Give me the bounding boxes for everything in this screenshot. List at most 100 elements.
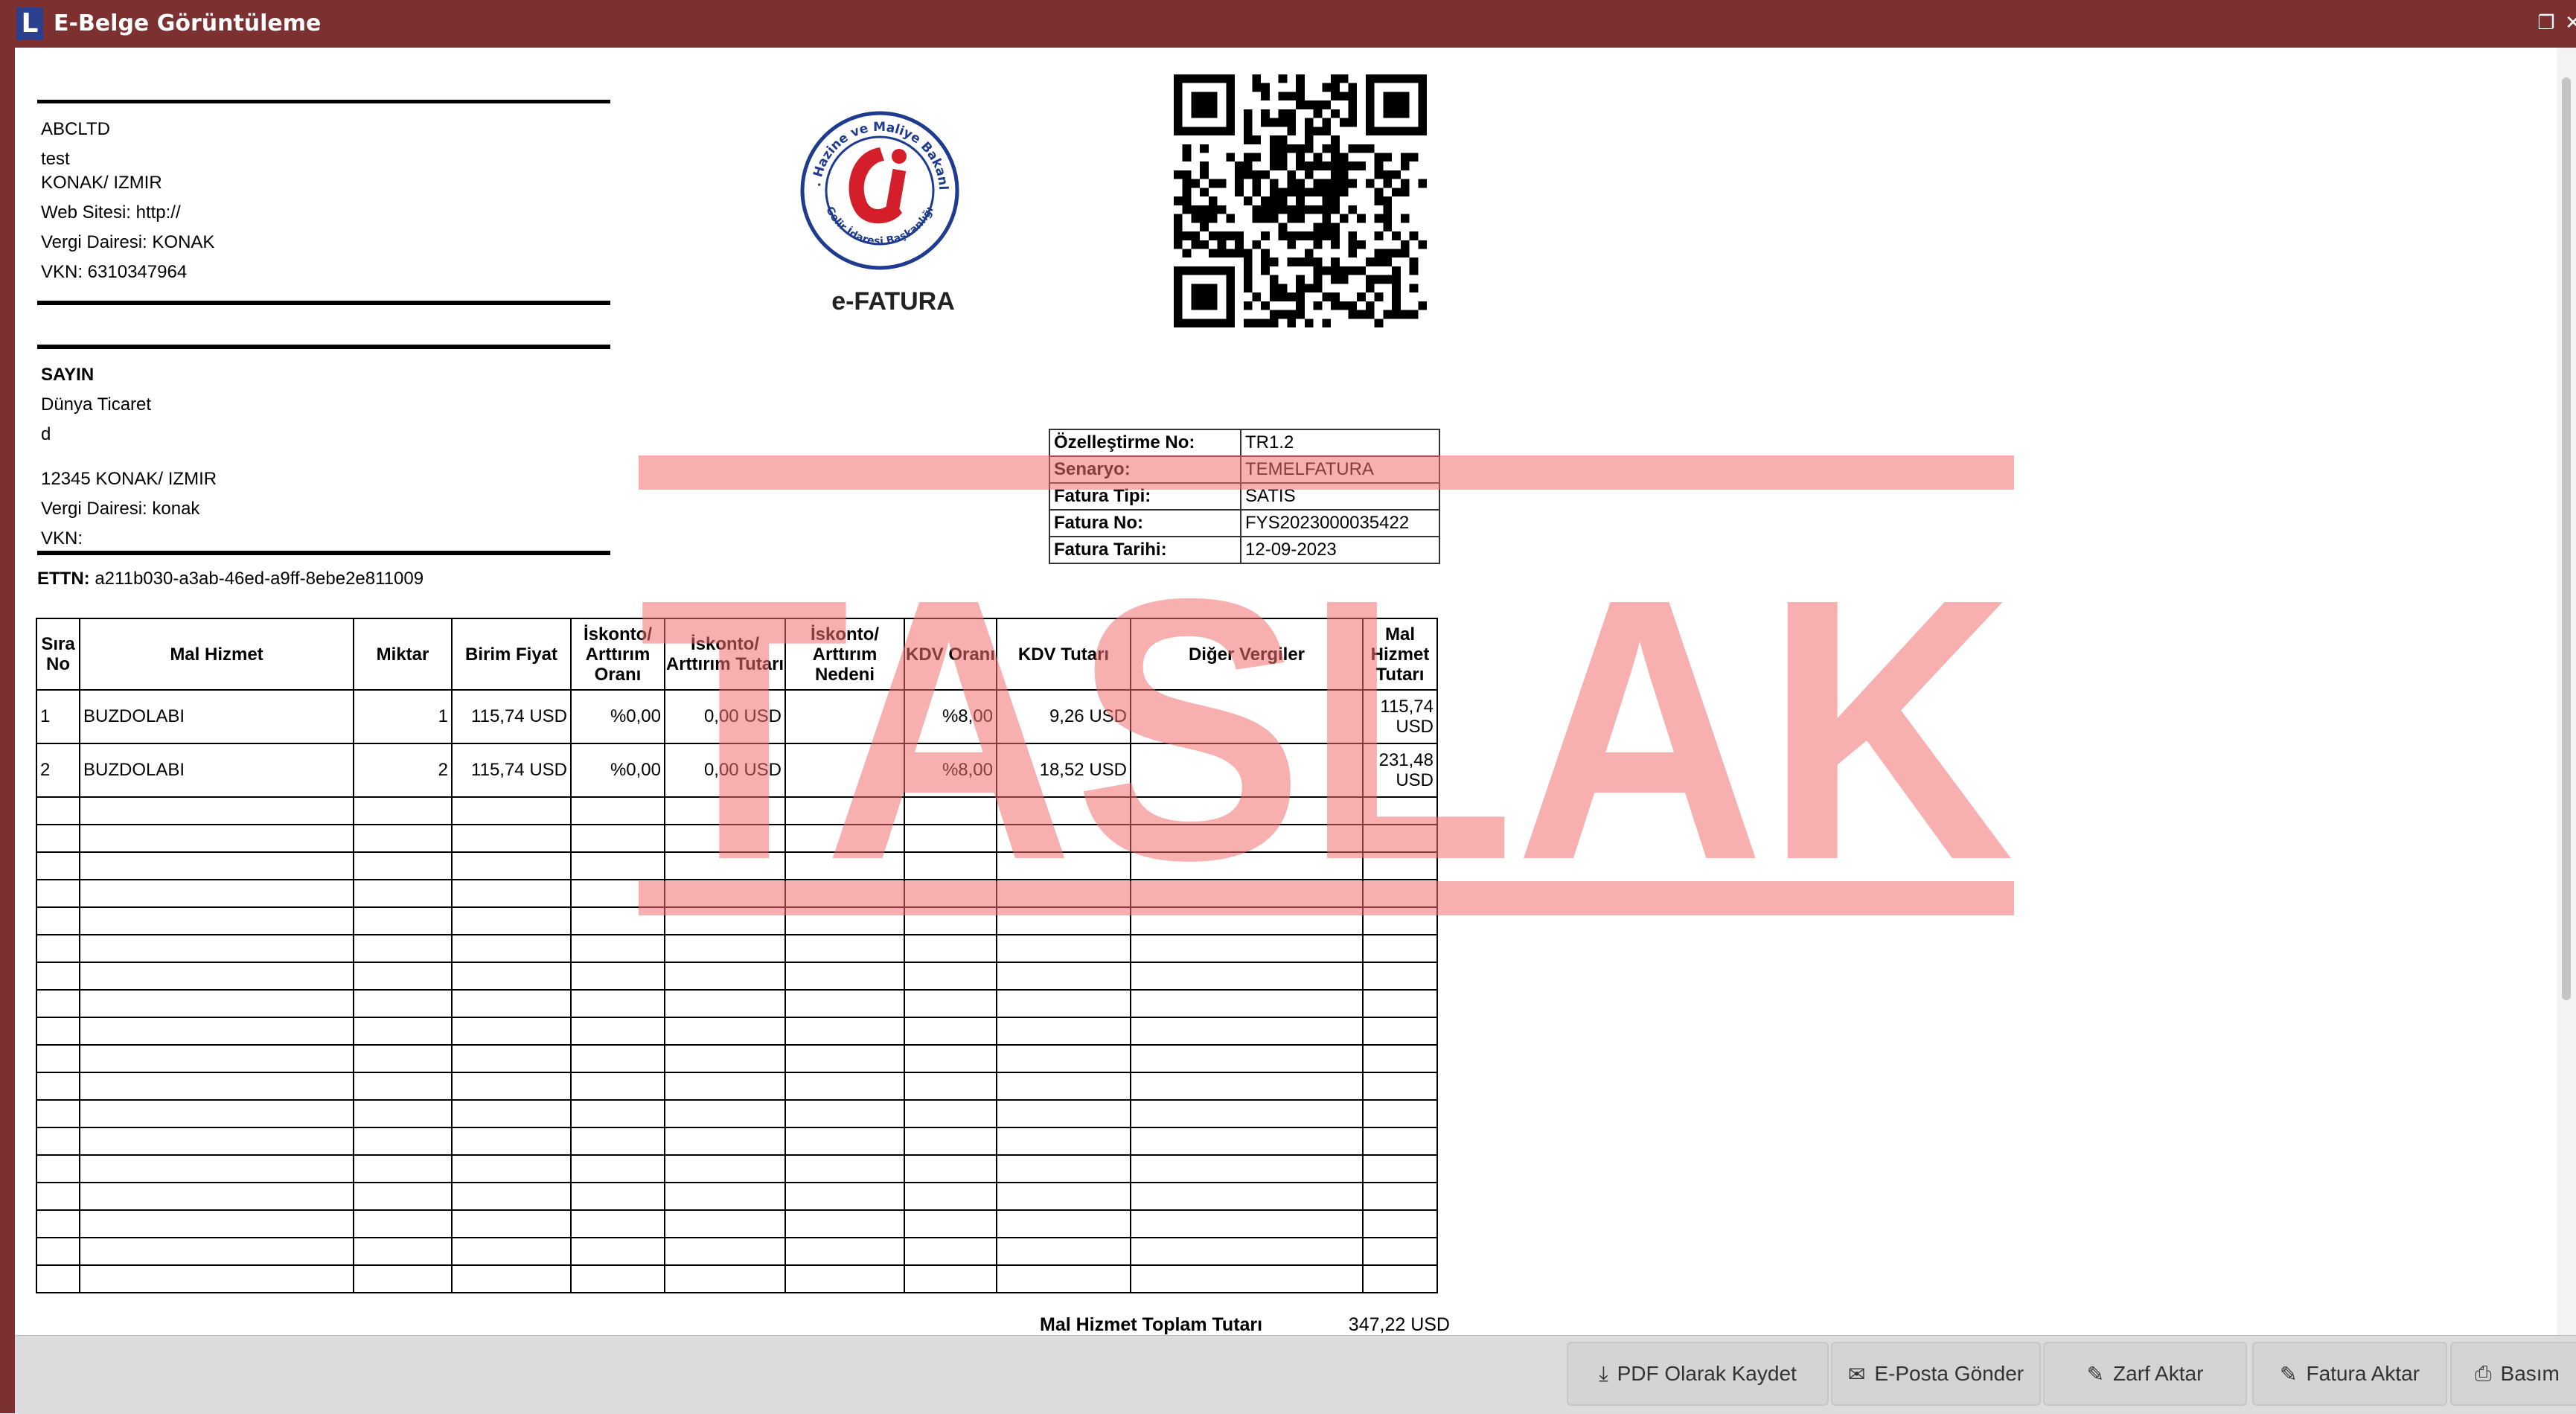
- table-cell: [1130, 1237, 1364, 1266]
- table-cell: [36, 906, 80, 935]
- table-cell: [353, 962, 453, 991]
- receiver-vkn: VKN:: [41, 528, 83, 548]
- items-header-row: Sıra No Mal Hizmet Miktar Birim Fiyat İs…: [36, 618, 1438, 691]
- table-cell: [996, 989, 1131, 1018]
- table-cell: [570, 962, 665, 991]
- gib-logo-icon: T.C. Hazine ve Maliye Bakanlığı Gelir İd…: [798, 109, 959, 270]
- export-envelope-button[interactable]: ✎ Zarf Aktar: [2043, 1342, 2247, 1406]
- sender-tax-office: Vergi Dairesi: KONAK: [41, 232, 215, 252]
- table-cell: [996, 1044, 1131, 1073]
- table-cell: [996, 1182, 1131, 1211]
- info-value: FYS2023000035422: [1240, 509, 1440, 537]
- document-edit-icon: ✎: [2280, 1362, 2298, 1386]
- table-cell: [36, 934, 80, 963]
- window-titlebar: L E-Belge Görüntüleme ❐ ✕: [0, 0, 2576, 48]
- table-cell: [79, 1182, 354, 1211]
- table-cell: [570, 906, 665, 935]
- table-cell: [570, 1154, 665, 1183]
- table-cell: [1362, 824, 1438, 853]
- table-cell: [664, 1154, 786, 1183]
- save-pdf-button[interactable]: ⤓ PDF Olarak Kaydet: [1567, 1342, 1829, 1406]
- table-cell: [570, 1182, 665, 1211]
- table-cell: [353, 796, 453, 825]
- table-cell: [79, 1209, 354, 1238]
- table-cell: [1362, 1209, 1438, 1238]
- table-cell: [451, 879, 572, 908]
- table-cell: [451, 1182, 572, 1211]
- table-cell: [570, 1099, 665, 1128]
- print-button[interactable]: ⎙ Basım: [2450, 1342, 2576, 1406]
- window-frame-left: [0, 48, 15, 1413]
- divider: [37, 551, 610, 555]
- window-title: E-Belge Görüntüleme: [54, 10, 322, 36]
- table-cell: [36, 1264, 80, 1293]
- column-header: KDV Tutarı: [996, 618, 1131, 691]
- ettn-line: ETTN: a211b030-a3ab-46ed-a9ff-8ebe2e8110…: [37, 569, 424, 589]
- table-cell: 115,74 USD: [451, 743, 572, 798]
- table-cell: [79, 824, 354, 853]
- table-cell: [784, 1017, 905, 1046]
- receiver-salutation: SAYIN: [41, 365, 95, 385]
- export-invoice-button[interactable]: ✎ Fatura Aktar: [2252, 1342, 2447, 1406]
- column-header: İskonto/ Arttırım Tutarı: [664, 618, 786, 691]
- table-cell: [664, 879, 786, 908]
- table-cell: [36, 1072, 80, 1101]
- invoice-items-table: Sıra No Mal Hizmet Miktar Birim Fiyat İs…: [36, 618, 1438, 1293]
- scroll-thumb[interactable]: [2562, 77, 2571, 1000]
- table-cell: [1362, 1154, 1438, 1183]
- table-cell: [904, 906, 997, 935]
- table-cell: [1362, 934, 1438, 963]
- table-cell: [79, 1017, 354, 1046]
- table-cell: [784, 879, 905, 908]
- info-key: Fatura No:: [1049, 509, 1241, 537]
- table-cell: [1362, 1182, 1438, 1211]
- table-cell: [570, 1017, 665, 1046]
- table-cell: [1362, 1264, 1438, 1293]
- send-email-button[interactable]: ✉ E-Posta Gönder: [1831, 1342, 2041, 1406]
- info-key: Özelleştirme No:: [1049, 429, 1241, 457]
- total-label: Mal Hizmet Toplam Tutarı: [1040, 1314, 1263, 1335]
- table-cell: [79, 989, 354, 1018]
- table-cell: 9,26 USD: [996, 689, 1131, 744]
- table-cell: 115,74 USD: [1362, 689, 1438, 744]
- table-cell: [664, 1017, 786, 1046]
- table-cell: [784, 1182, 905, 1211]
- table-cell: [996, 1264, 1131, 1293]
- column-header: Birim Fiyat: [451, 618, 572, 691]
- table-cell: [996, 934, 1131, 963]
- table-cell: %0,00: [570, 689, 665, 744]
- table-cell: [996, 851, 1131, 880]
- button-label: E-Posta Gönder: [1874, 1362, 2024, 1385]
- table-cell: [353, 1209, 453, 1238]
- restore-icon[interactable]: ❐: [2534, 10, 2559, 36]
- table-cell: [570, 1264, 665, 1293]
- close-icon[interactable]: ✕: [2560, 10, 2576, 36]
- table-cell: [79, 1127, 354, 1156]
- table-cell: 18,52 USD: [996, 743, 1131, 798]
- table-cell: 115,74 USD: [451, 689, 572, 744]
- table-cell: [570, 1072, 665, 1101]
- table-cell: [36, 879, 80, 908]
- info-key: Fatura Tipi:: [1049, 482, 1241, 511]
- table-cell: [451, 1154, 572, 1183]
- table-cell: [1130, 1044, 1364, 1073]
- table-cell: [79, 1154, 354, 1183]
- table-cell: [36, 1182, 80, 1211]
- table-cell: 2: [36, 743, 80, 798]
- info-value: 12-09-2023: [1240, 536, 1440, 564]
- table-cell: [36, 1154, 80, 1183]
- table-cell: [996, 1237, 1131, 1266]
- table-cell: [1362, 796, 1438, 825]
- table-cell: [664, 1072, 786, 1101]
- total-value: 347,22 USD: [1348, 1314, 1450, 1335]
- table-cell: [36, 1099, 80, 1128]
- table-cell: [570, 796, 665, 825]
- table-cell: %0,00: [570, 743, 665, 798]
- table-cell: [1362, 851, 1438, 880]
- document-viewer: ABCLTD test KONAK/ IZMIR Web Sitesi: htt…: [15, 48, 2557, 1335]
- vertical-scrollbar[interactable]: [2557, 48, 2576, 1335]
- efatura-caption: e-FATURA: [831, 287, 955, 316]
- table-cell: [570, 934, 665, 963]
- table-cell: [570, 1127, 665, 1156]
- table-cell: [36, 1017, 80, 1046]
